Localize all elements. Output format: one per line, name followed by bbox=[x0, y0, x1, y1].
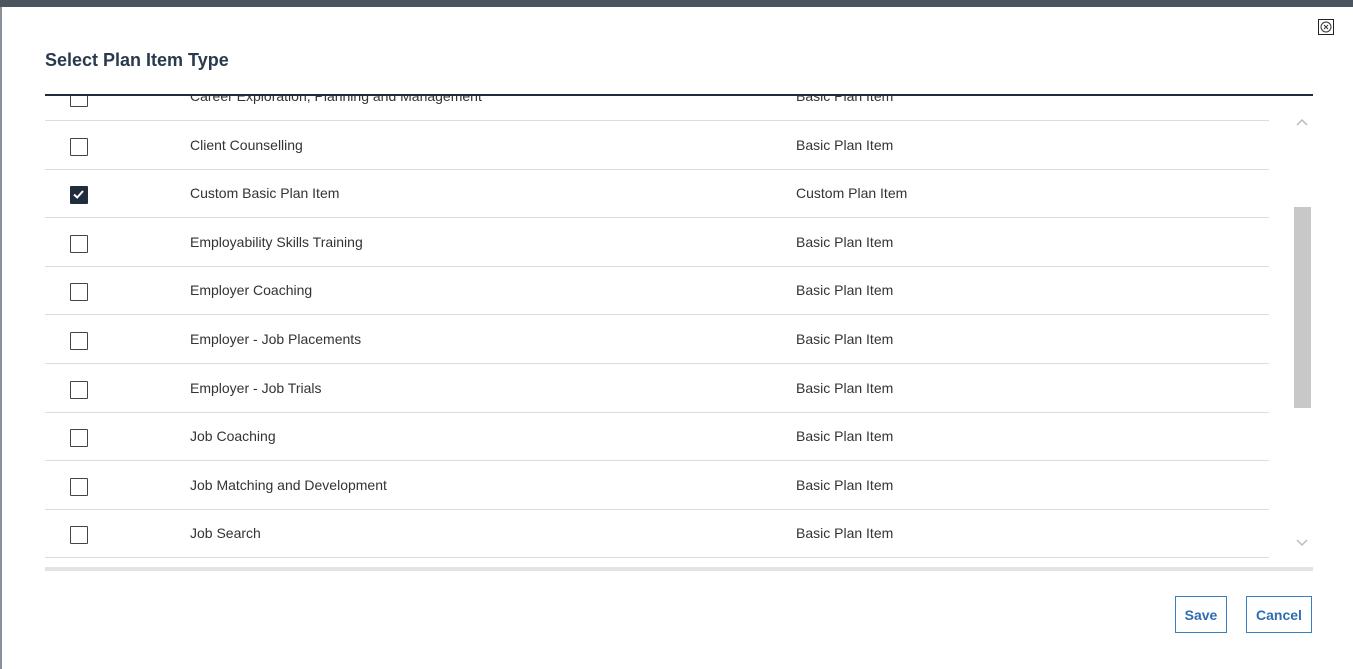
cancel-button[interactable]: Cancel bbox=[1246, 596, 1312, 633]
checkbox-checked[interactable] bbox=[70, 186, 88, 205]
checkbox[interactable] bbox=[70, 96, 88, 107]
save-button[interactable]: Save bbox=[1175, 596, 1227, 633]
plan-item-list[interactable]: Career Exploration, Planning and Managem… bbox=[45, 96, 1313, 567]
checkbox[interactable] bbox=[70, 380, 88, 399]
item-name: Job Matching and Development bbox=[190, 476, 387, 493]
item-name: Employer Coaching bbox=[190, 282, 313, 299]
checkbox[interactable] bbox=[70, 429, 88, 448]
list-item[interactable]: Employability Skills Training Basic Plan … bbox=[45, 219, 1269, 267]
list-item[interactable]: Custom Basic Plan Item Custom Plan Item bbox=[45, 170, 1269, 219]
checkbox[interactable] bbox=[70, 332, 88, 350]
item-type: Basic Plan Item bbox=[796, 476, 894, 493]
window-left-border bbox=[0, 7, 2, 669]
item-name: Client Counselling bbox=[190, 136, 303, 153]
window-top-border bbox=[0, 0, 1353, 7]
item-type: Basic Plan Item bbox=[796, 136, 894, 153]
close-button[interactable] bbox=[1318, 19, 1334, 35]
item-name: Career Exploration, Planning and Managem… bbox=[190, 96, 482, 104]
checkbox[interactable] bbox=[70, 526, 88, 545]
item-name: Job Coaching bbox=[190, 428, 276, 445]
item-name: Employability Skills Training bbox=[190, 233, 363, 250]
checkbox[interactable] bbox=[70, 234, 88, 253]
list-item[interactable]: Employer - Job Trials Basic Plan Item bbox=[45, 365, 1269, 413]
footer-divider bbox=[45, 567, 1313, 571]
item-type: Custom Plan Item bbox=[796, 185, 908, 202]
list-item[interactable]: Employer - Job Placements Basic Plan Item bbox=[45, 316, 1269, 364]
scroll-down-chevron-icon[interactable] bbox=[1294, 536, 1310, 550]
list-item[interactable]: Client Counselling Basic Plan Item bbox=[45, 122, 1269, 170]
checkbox[interactable] bbox=[70, 477, 88, 496]
close-icon bbox=[1320, 21, 1332, 33]
list-item[interactable]: Job Coaching Basic Plan Item bbox=[45, 413, 1269, 462]
item-type: Basic Plan Item bbox=[796, 233, 894, 250]
item-type: Basic Plan Item bbox=[796, 282, 894, 299]
item-type: Basic Plan Item bbox=[796, 428, 894, 445]
checkbox[interactable] bbox=[70, 137, 88, 156]
checkbox[interactable] bbox=[70, 283, 88, 302]
checkmark-icon bbox=[73, 190, 84, 200]
item-type: Basic Plan Item bbox=[796, 331, 894, 347]
scroll-up-chevron-icon[interactable] bbox=[1294, 115, 1310, 129]
item-type: Basic Plan Item bbox=[796, 379, 894, 396]
item-name: Job Search bbox=[190, 525, 261, 542]
scrollbar-thumb[interactable] bbox=[1294, 207, 1311, 408]
item-name: Employer - Job Trials bbox=[190, 379, 322, 396]
item-type: Basic Plan Item bbox=[796, 525, 894, 542]
list-item[interactable]: Career Exploration, Planning and Managem… bbox=[45, 96, 1269, 121]
list-item[interactable]: Employer Coaching Basic Plan Item bbox=[45, 267, 1269, 316]
list-item[interactable]: Job Search Basic Plan Item bbox=[45, 510, 1269, 559]
item-name: Employer - Job Placements bbox=[190, 331, 362, 347]
list-item[interactable]: Job Matching and Development Basic Plan I… bbox=[45, 462, 1269, 510]
item-name: Custom Basic Plan Item bbox=[190, 185, 340, 202]
item-type: Basic Plan Item bbox=[796, 96, 894, 104]
dialog-title: Select Plan Item Type bbox=[45, 50, 229, 70]
